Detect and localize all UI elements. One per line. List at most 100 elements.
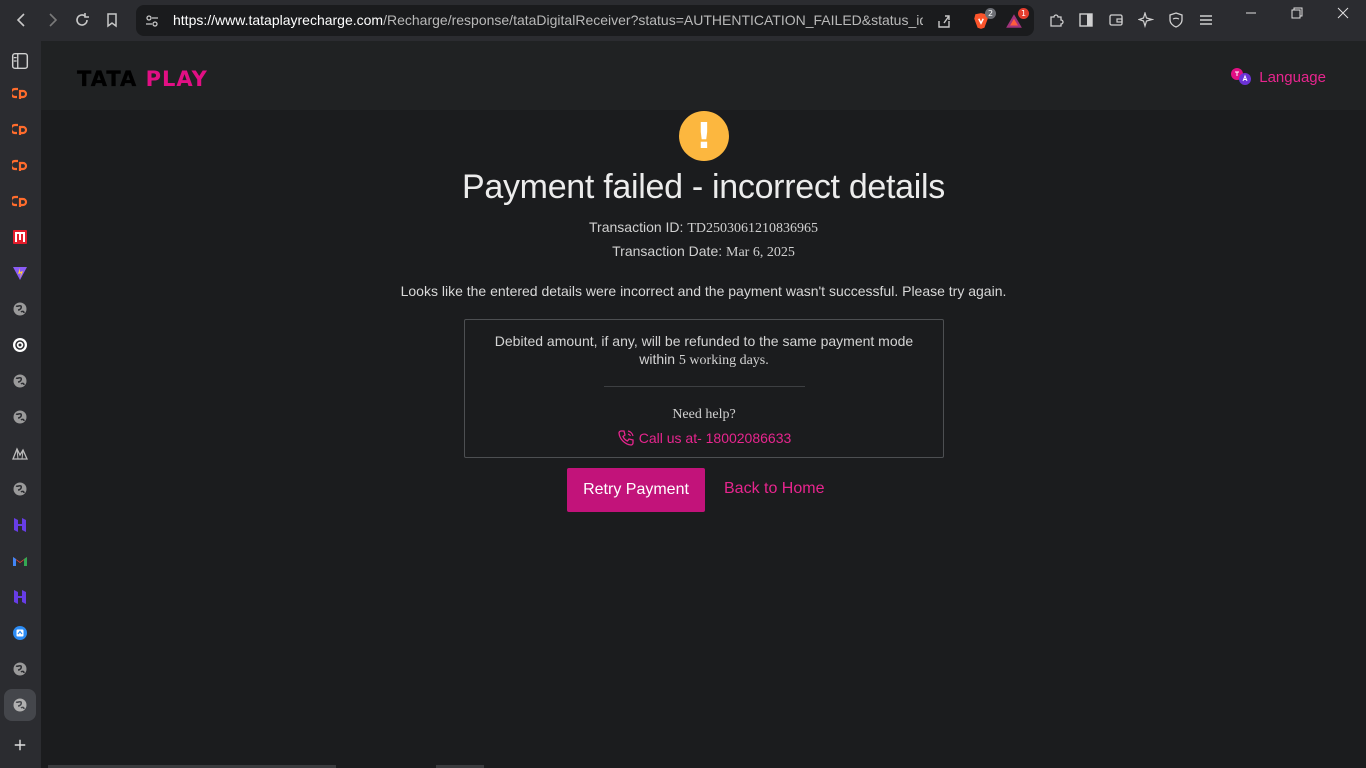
sidebar-item-openai[interactable]	[10, 335, 30, 355]
browser-sidebar	[0, 41, 41, 768]
brave-rewards-button[interactable]: 1	[1004, 8, 1029, 31]
back-button[interactable]	[8, 6, 36, 34]
tata-play-logo[interactable]: TATA PLAY	[77, 67, 208, 91]
gmail-icon	[13, 557, 27, 566]
sidebar-panel-toggle[interactable]	[10, 51, 30, 71]
globe-icon	[13, 302, 27, 316]
blue-circle-app-icon	[13, 626, 27, 640]
browser-toolbar: https://www.tataplayrecharge.com/Recharg…	[0, 0, 1366, 41]
language-icon	[1229, 67, 1253, 87]
sidebar-item-blue-app[interactable]	[10, 623, 30, 643]
transaction-id-value: TD2503061210836965	[687, 221, 818, 236]
sidebar-item-hostinger-1[interactable]	[10, 515, 30, 535]
plus-icon	[14, 739, 26, 751]
sidebar-item-vite[interactable]	[10, 263, 30, 283]
vite-icon	[13, 267, 27, 280]
bookmark-button[interactable]	[98, 6, 126, 34]
wallet-icon	[1109, 14, 1123, 26]
sidebar-item-cpanel-2[interactable]	[10, 119, 30, 139]
address-bar[interactable]: https://www.tataplayrecharge.com/Recharg…	[136, 5, 1034, 36]
share-button[interactable]	[934, 11, 954, 31]
minimize-button[interactable]	[1228, 2, 1274, 24]
forward-button[interactable]	[38, 6, 66, 34]
wallet-button[interactable]	[1106, 10, 1126, 30]
openai-icon	[13, 338, 27, 352]
hostinger-icon	[14, 518, 26, 532]
shield-icon	[1169, 12, 1183, 28]
failure-message: Looks like the entered details were inco…	[400, 283, 1007, 299]
minimize-icon	[1246, 12, 1256, 14]
back-arrow-icon	[16, 13, 25, 27]
rewards-badge: 1	[1018, 8, 1029, 19]
globe-icon	[13, 482, 27, 496]
globe-icon	[13, 410, 27, 424]
transaction-date-value: Mar 6, 2025	[726, 245, 795, 260]
sidebar-item-hostinger-2[interactable]	[10, 587, 30, 607]
globe-icon	[13, 374, 27, 388]
vpn-button[interactable]	[1166, 10, 1186, 30]
cpanel-icon	[12, 123, 28, 135]
globe-icon	[13, 698, 27, 712]
warning-icon: !	[679, 111, 729, 161]
need-help-text: Need help?	[672, 407, 736, 422]
cpanel-icon	[12, 195, 28, 207]
back-to-home-link[interactable]: Back to Home	[724, 480, 824, 498]
sidebar-item-globe-3[interactable]	[10, 407, 30, 427]
retry-payment-button[interactable]: Retry Payment	[567, 468, 705, 512]
puzzle-icon	[1050, 14, 1064, 27]
logo-play: PLAY	[145, 67, 208, 91]
restore-button[interactable]	[1274, 2, 1320, 24]
sidebar-item-globe-5[interactable]	[10, 659, 30, 679]
red-square-app-icon	[13, 230, 27, 244]
hostinger-icon	[14, 590, 26, 604]
sidebar-item-cpanel-4[interactable]	[10, 191, 30, 211]
sidebar-item-red-app[interactable]	[10, 227, 30, 247]
sidebar-item-globe-active[interactable]	[4, 689, 36, 721]
sidebar-item-cpanel-3[interactable]	[10, 155, 30, 175]
sidebar-add-button[interactable]	[10, 735, 30, 755]
web-page: TATA PLAY Language ! Payment failed - in…	[41, 41, 1366, 768]
logo-tata: TATA	[77, 67, 138, 91]
sidebar-item-globe-4[interactable]	[10, 479, 30, 499]
url-text[interactable]: https://www.tataplayrecharge.com/Recharg…	[173, 12, 923, 28]
sidebar-item-gmail[interactable]	[10, 551, 30, 571]
forward-arrow-icon	[49, 13, 58, 27]
transaction-id-row: Transaction ID: TD2503061210836965	[41, 219, 1366, 237]
reload-icon	[76, 13, 89, 26]
url-host: https://www.tataplayrecharge.com	[173, 12, 384, 28]
site-header: TATA PLAY Language	[41, 41, 1366, 110]
refund-info-box: Debited amount, if any, will be refunded…	[464, 319, 944, 458]
globe-icon	[13, 662, 27, 676]
hamburger-menu-icon	[1200, 15, 1212, 25]
sparkle-icon	[1138, 12, 1154, 28]
sidebar-item-mountain[interactable]	[10, 443, 30, 463]
sidebar-item-globe-1[interactable]	[10, 299, 30, 319]
leo-ai-button[interactable]	[1136, 10, 1156, 30]
site-settings-icon[interactable]	[144, 13, 160, 29]
language-selector[interactable]: Language	[1229, 67, 1326, 87]
bookmark-icon	[107, 13, 117, 28]
brave-badge: 2	[985, 8, 996, 19]
page-title: Payment failed - incorrect details	[461, 168, 946, 206]
call-us-label: Call us at- 18002086633	[638, 430, 792, 446]
refund-text: Debited amount, if any, will be refunded…	[485, 332, 923, 370]
panel-icon	[11, 52, 29, 70]
call-us-link[interactable]: Call us at- 18002086633	[465, 429, 943, 447]
mountain-icon	[12, 447, 28, 460]
phone-icon	[618, 430, 634, 446]
reload-button[interactable]	[68, 6, 96, 34]
menu-button[interactable]	[1196, 10, 1216, 30]
transaction-date-row: Transaction Date: Mar 6, 2025	[41, 243, 1366, 261]
share-icon	[938, 15, 950, 28]
transaction-id-label: Transaction ID:	[589, 219, 684, 235]
sidebar-toggle-button[interactable]	[1076, 10, 1096, 30]
info-divider	[604, 386, 805, 387]
sidebar-item-cpanel-1[interactable]	[10, 83, 30, 103]
brave-shields-button[interactable]: 2	[971, 8, 996, 31]
extensions-button[interactable]	[1046, 10, 1066, 30]
close-window-button[interactable]	[1320, 2, 1366, 24]
url-path: /Recharge/response/tataDigitalReceiver?s…	[383, 12, 923, 28]
refund-days: 5 working days.	[678, 353, 769, 368]
language-label: Language	[1259, 68, 1326, 86]
sidebar-item-globe-2[interactable]	[10, 371, 30, 391]
